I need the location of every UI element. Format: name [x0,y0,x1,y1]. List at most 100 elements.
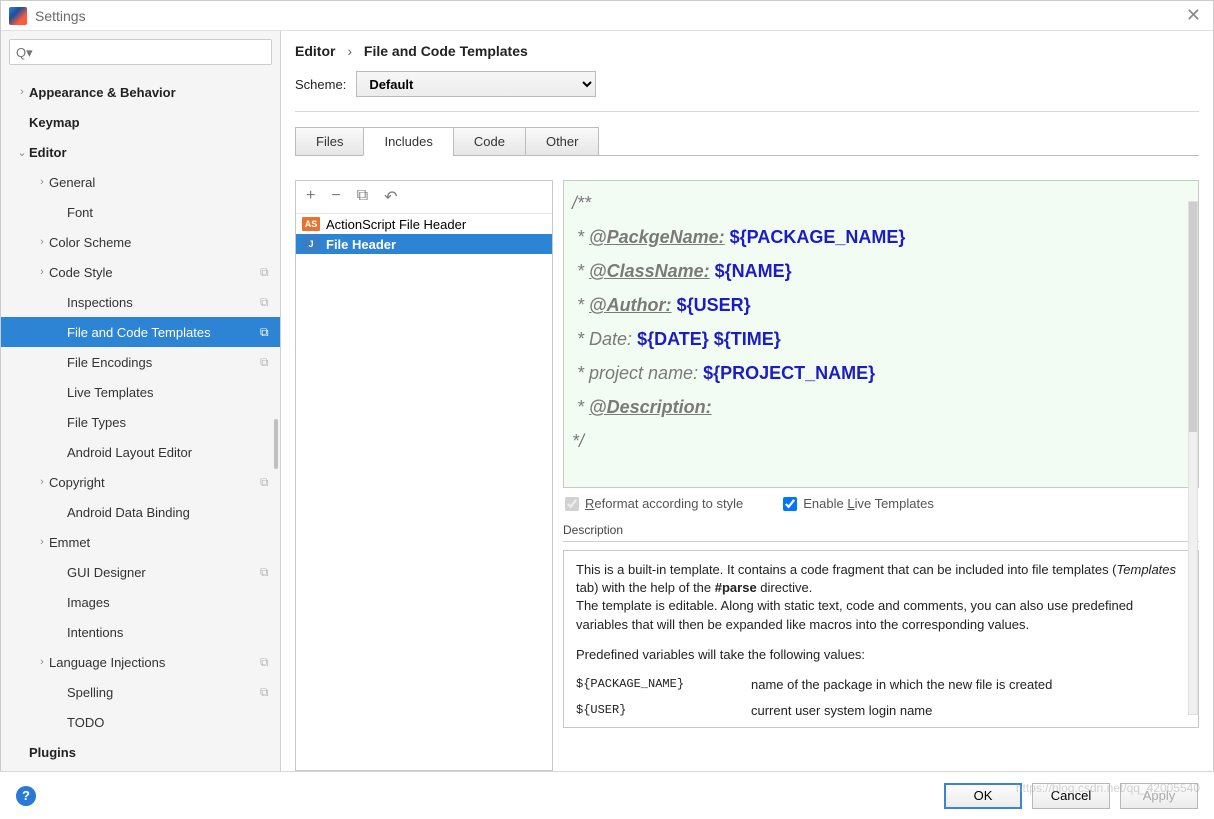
revert-icon[interactable]: ↶ [384,187,397,207]
description-label: Description [563,523,1199,537]
scope-icon [260,445,274,459]
tree-item-emmet[interactable]: ›Emmet [1,527,280,557]
tree-item-font[interactable]: Font [1,197,280,227]
tree-item-label: Plugins [29,745,260,760]
scheme-select[interactable]: Default [356,71,596,97]
breadcrumb: Editor › File and Code Templates [295,43,1199,59]
sidebar: ›Appearance & BehaviorKeymap⌄Editor›Gene… [1,31,281,771]
enable-live-templates-checkbox[interactable]: Enable Live Templates [783,496,934,511]
search-input[interactable] [9,39,272,65]
tab-code[interactable]: Code [453,127,526,156]
tab-other[interactable]: Other [525,127,600,156]
scope-icon [260,235,274,249]
scope-icon: ⧉ [260,355,274,369]
chevron-icon: › [35,536,49,548]
scope-icon: ⧉ [260,655,274,669]
tree-item-inspections[interactable]: Inspections⧉ [1,287,280,317]
variable-row: ${USER}current user system login name [576,702,1186,720]
tree-item-label: Color Scheme [49,235,260,250]
list-item-label: File Header [326,237,396,252]
variable-desc: name of the package in which the new fil… [751,676,1052,694]
tree-item-spelling[interactable]: Spelling⧉ [1,677,280,707]
scrollbar-thumb[interactable] [274,419,278,469]
scope-icon [260,115,274,129]
cancel-button[interactable]: Cancel [1032,783,1110,809]
copy-icon[interactable]: ⧉ [357,187,368,207]
tree-item-android-data-binding[interactable]: Android Data Binding [1,497,280,527]
scope-icon [260,535,274,549]
tree-item-label: Editor [29,145,260,160]
tree-item-color-scheme[interactable]: ›Color Scheme [1,227,280,257]
divider [563,541,1199,542]
chevron-icon: › [35,266,49,278]
tree-item-label: File Types [67,415,260,430]
tree-item-plugins[interactable]: Plugins [1,737,280,767]
close-icon[interactable]: ✕ [1182,5,1205,26]
tree-item-label: Appearance & Behavior [29,85,260,100]
chevron-right-icon: › [347,43,352,59]
file-type-icon: AS [302,217,320,231]
scrollbar-thumb[interactable] [1189,202,1197,432]
tree-item-label: Keymap [29,115,260,130]
tree-item-keymap[interactable]: Keymap [1,107,280,137]
tree-item-label: Spelling [67,685,260,700]
tree-item-live-templates[interactable]: Live Templates [1,377,280,407]
tabs: FilesIncludesCodeOther [295,126,1199,156]
content-pane: Editor › File and Code Templates Scheme:… [281,31,1213,771]
tree-item-appearance-behavior[interactable]: ›Appearance & Behavior [1,77,280,107]
variable-row: ${PACKAGE_NAME}name of the package in wh… [576,676,1186,694]
tree-item-label: Android Layout Editor [67,445,260,460]
list-item[interactable]: ASActionScript File Header [296,214,552,234]
list-toolbar: + − ⧉ ↶ [296,181,552,214]
apply-button[interactable]: Apply [1120,783,1198,809]
content-scrollbar[interactable] [1188,201,1198,715]
description-box: This is a built-in template. It contains… [563,550,1199,728]
tab-includes[interactable]: Includes [363,127,453,156]
ok-button[interactable]: OK [944,783,1022,809]
tree-item-general[interactable]: ›General [1,167,280,197]
tree-item-file-encodings[interactable]: File Encodings⧉ [1,347,280,377]
list-item[interactable]: JFile Header [296,234,552,254]
tree-item-label: Images [67,595,260,610]
scope-icon [260,385,274,399]
add-icon[interactable]: + [306,187,315,207]
tree-item-intentions[interactable]: Intentions [1,617,280,647]
scope-icon [260,415,274,429]
scope-icon [260,505,274,519]
tree-item-gui-designer[interactable]: GUI Designer⧉ [1,557,280,587]
tab-files[interactable]: Files [295,127,364,156]
tree-item-label: GUI Designer [67,565,260,580]
tree-item-label: Inspections [67,295,260,310]
tree-item-label: Intentions [67,625,260,640]
scope-icon: ⧉ [260,265,274,279]
scope-icon: ⧉ [260,685,274,699]
breadcrumb-leaf: File and Code Templates [364,43,528,59]
chevron-icon: › [35,176,49,188]
tree-item-language-injections[interactable]: ›Language Injections⧉ [1,647,280,677]
tree-item-file-and-code-templates[interactable]: File and Code Templates⧉ [1,317,280,347]
tree-item-file-types[interactable]: File Types [1,407,280,437]
reformat-checkbox[interactable]: Reformat according to style [565,496,743,511]
tree-item-label: Language Injections [49,655,260,670]
breadcrumb-root[interactable]: Editor [295,43,335,59]
help-icon[interactable]: ? [16,786,36,806]
scope-icon [260,595,274,609]
scope-icon [260,175,274,189]
scope-icon: ⧉ [260,325,274,339]
remove-icon[interactable]: − [331,187,340,207]
tree-item-code-style[interactable]: ›Code Style⧉ [1,257,280,287]
tree-item-android-layout-editor[interactable]: Android Layout Editor [1,437,280,467]
tree-item-images[interactable]: Images [1,587,280,617]
tree-item-label: Android Data Binding [67,505,260,520]
scope-icon [260,745,274,759]
tree-item-copyright[interactable]: ›Copyright⧉ [1,467,280,497]
scope-icon [260,85,274,99]
tree-item-editor[interactable]: ⌄Editor [1,137,280,167]
tree-item-label: Emmet [49,535,260,550]
template-editor[interactable]: /** * @PackgeName: ${PACKAGE_NAME} * @Cl… [563,180,1199,488]
settings-tree: ›Appearance & BehaviorKeymap⌄Editor›Gene… [1,73,280,771]
scope-icon [260,205,274,219]
tree-item-label: Code Style [49,265,260,280]
tree-item-label: General [49,175,260,190]
tree-item-todo[interactable]: TODO [1,707,280,737]
